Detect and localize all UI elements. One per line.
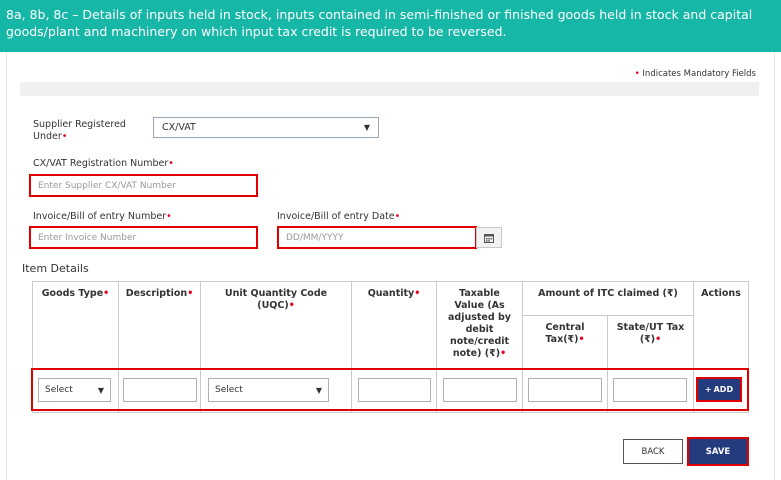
required-star: • <box>103 288 110 299</box>
supplier-registered-label-line-2: Under <box>33 131 62 142</box>
invoice-date-label: Invoice/Bill of entry Date• <box>277 211 400 223</box>
header-title-line-1: 8a, 8b, 8c – Details of inputs held in s… <box>6 7 753 22</box>
supplier-registered-select[interactable]: CX/VAT ▼ <box>153 117 379 138</box>
required-star: • <box>168 158 174 169</box>
invoice-number-placeholder: Enter Invoice Number <box>38 232 137 243</box>
section-divider <box>20 82 759 96</box>
mandatory-note-text: Indicates Mandatory Fields <box>642 69 756 79</box>
calendar-icon <box>484 233 494 243</box>
required-star: • <box>500 348 507 359</box>
taxable-header-line-4: debit <box>465 324 494 335</box>
plus-icon: + <box>704 385 712 394</box>
page-header: 8a, 8b, 8c – Details of inputs held in s… <box>0 0 781 52</box>
uqc-select[interactable]: Select ▼ <box>208 378 329 402</box>
chevron-down-icon: ▼ <box>97 385 104 395</box>
cxvat-label-text: CX/VAT Registration Number <box>33 158 169 169</box>
col-header-central-tax: Central Tax(₹)• <box>522 315 608 369</box>
taxable-header-line-5: note/credit <box>449 336 510 347</box>
taxable-value-input[interactable] <box>443 378 517 402</box>
col-header-state-tax: State/UT Tax (₹)• <box>607 315 694 369</box>
required-star: • <box>394 211 401 222</box>
taxable-header-line-1: Taxable <box>459 288 500 299</box>
save-button[interactable]: SAVE <box>687 437 749 466</box>
add-button[interactable]: + ADD <box>696 377 742 402</box>
invoice-date-placeholder: DD/MM/YYYY <box>286 232 344 243</box>
back-button-label: BACK <box>641 446 665 457</box>
mandatory-note: • Indicates Mandatory Fields <box>635 69 756 79</box>
col-header-taxable-value: Taxable Value (As adjusted by debit note… <box>436 281 523 369</box>
actions-header-text: Actions <box>701 288 741 299</box>
col-header-quantity: Quantity• <box>351 281 437 369</box>
col-header-actions: Actions <box>693 281 749 369</box>
uqc-value: Select <box>215 385 243 395</box>
required-star: • <box>414 288 421 299</box>
invoice-date-input[interactable]: DD/MM/YYYY <box>277 226 477 249</box>
invoice-number-input[interactable]: Enter Invoice Number <box>29 226 258 249</box>
supplier-registered-label: Supplier Registered Under• <box>33 119 126 143</box>
required-star: • <box>578 334 585 345</box>
col-header-itc: Amount of ITC claimed (₹) <box>522 281 694 316</box>
col-header-description: Description• <box>118 281 201 369</box>
invoice-number-label: Invoice/Bill of entry Number• <box>33 211 172 223</box>
form-panel <box>6 52 775 480</box>
quantity-input[interactable] <box>358 378 431 402</box>
goods-type-select[interactable]: Select ▼ <box>38 378 111 402</box>
header-title-line-2: goods/plant and machinery on which input… <box>6 24 507 39</box>
goods-type-value: Select <box>45 385 73 395</box>
quantity-header-text: Quantity <box>367 288 415 299</box>
uqc-header-line-1: Unit Quantity Code <box>224 288 328 299</box>
col-header-goods-type: Goods Type• <box>32 281 119 369</box>
invoice-date-label-text: Invoice/Bill of entry Date <box>277 211 395 222</box>
state-header-line-2: (₹) <box>639 334 656 345</box>
taxable-header-line-2: Value (As <box>454 300 505 311</box>
central-header-line-2: Tax(₹) <box>545 334 579 345</box>
required-star: • <box>187 288 194 299</box>
taxable-header-line-3: adjusted by <box>448 312 511 323</box>
cxvat-input[interactable]: Enter Supplier CX/VAT Number <box>29 174 258 197</box>
add-button-label: ADD <box>713 385 734 394</box>
invoice-number-label-text: Invoice/Bill of entry Number <box>33 211 167 222</box>
state-header-line-1: State/UT Tax <box>616 322 685 333</box>
description-header-text: Description <box>125 288 188 299</box>
taxable-header-line-6: note) (₹) <box>452 348 501 359</box>
central-tax-input[interactable] <box>528 378 602 402</box>
required-star: • <box>655 334 662 345</box>
goods-type-header-text: Goods Type <box>41 288 104 299</box>
col-header-uqc: Unit Quantity Code (UQC)• <box>200 281 352 369</box>
required-star: • <box>288 300 295 311</box>
calendar-button[interactable] <box>476 227 502 248</box>
required-star: • <box>166 211 172 222</box>
description-input[interactable] <box>123 378 197 402</box>
cxvat-label: CX/VAT Registration Number• <box>33 158 174 170</box>
chevron-down-icon: ▼ <box>363 123 370 132</box>
item-details-title: Item Details <box>22 262 89 275</box>
chevron-down-icon: ▼ <box>315 385 322 395</box>
supplier-registered-label-line-1: Supplier Registered <box>33 119 126 130</box>
itc-header-text: Amount of ITC claimed (₹) <box>538 288 678 299</box>
save-button-label: SAVE <box>705 446 731 457</box>
supplier-registered-value: CX/VAT <box>162 122 196 133</box>
required-star: • <box>634 69 640 79</box>
central-header-line-1: Central <box>545 322 585 333</box>
uqc-header-line-2: (UQC) <box>257 300 289 311</box>
cxvat-placeholder: Enter Supplier CX/VAT Number <box>38 180 176 191</box>
required-star: • <box>61 131 68 142</box>
back-button[interactable]: BACK <box>623 439 683 464</box>
state-tax-input[interactable] <box>613 378 687 402</box>
